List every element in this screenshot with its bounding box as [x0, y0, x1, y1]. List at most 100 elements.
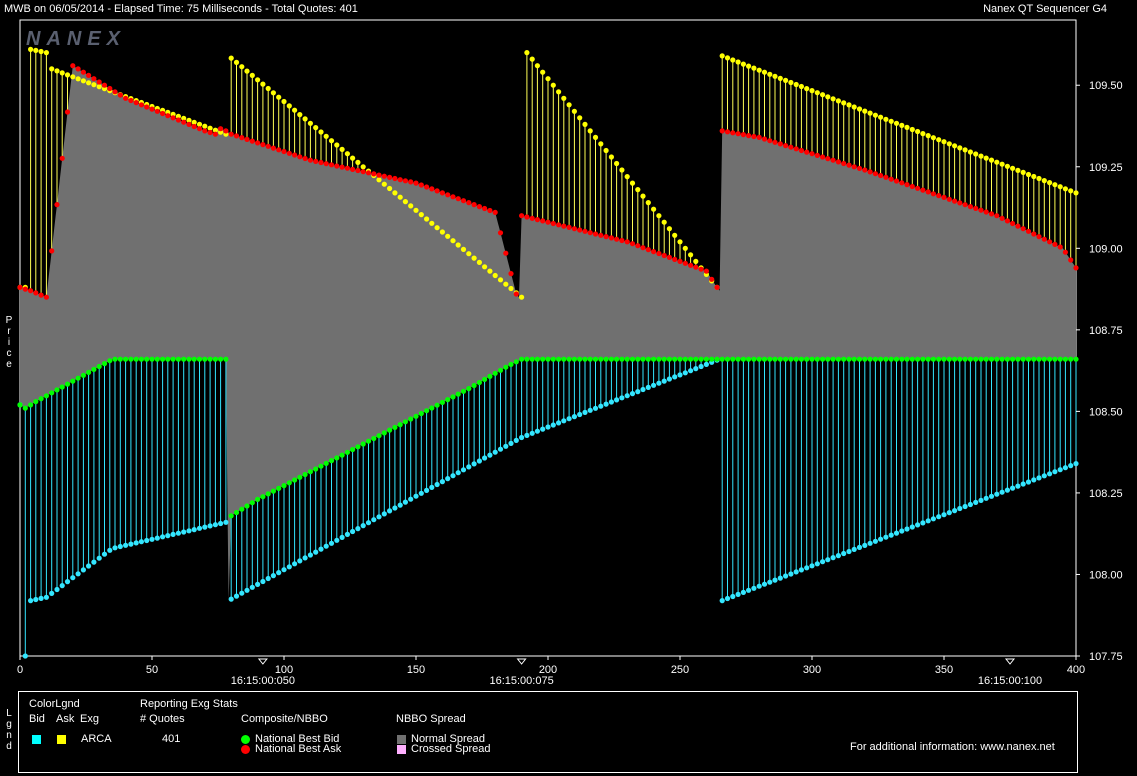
national-best-ask-point	[777, 141, 783, 147]
national-best-ask-point	[1062, 249, 1068, 255]
arca-ask-point	[381, 181, 387, 187]
national-best-ask-point	[497, 230, 504, 236]
national-best-bid-point	[207, 356, 213, 362]
national-best-bid-point	[920, 356, 926, 362]
arca-ask-point	[270, 90, 276, 96]
arca-ask-point	[862, 108, 868, 114]
arca-ask-point	[318, 129, 324, 135]
arca-bid-point	[740, 589, 747, 596]
arca-ask-point	[973, 151, 979, 157]
arca-ask-point	[302, 116, 308, 122]
national-best-ask-point	[730, 130, 736, 136]
arca-bid-point	[1057, 467, 1063, 473]
national-best-ask-point	[941, 194, 947, 200]
national-best-bid-point	[661, 356, 667, 362]
arca-ask-point	[556, 89, 562, 95]
national-best-bid-point	[603, 356, 609, 362]
national-best-bid-point	[434, 402, 440, 408]
national-best-bid-point	[175, 356, 181, 362]
arca-ask-point	[239, 64, 245, 70]
arca-ask-point	[651, 206, 657, 212]
price-axis-label: Price	[5, 315, 13, 370]
national-best-bid-point	[43, 393, 50, 399]
arca-bid-point	[1015, 483, 1021, 489]
national-best-ask-point	[344, 165, 350, 171]
national-best-bid-point	[334, 455, 340, 461]
national-best-bid-point	[1041, 356, 1047, 362]
arca-ask-point	[418, 212, 424, 218]
national-best-bid-point	[86, 369, 92, 375]
national-best-ask-point	[328, 162, 335, 168]
quotes-column-header: # Quotes	[140, 713, 185, 725]
arca-bid-point	[112, 545, 118, 551]
arca-ask-point	[846, 102, 852, 108]
normal-spread-swatch	[397, 735, 406, 744]
national-best-bid-point	[777, 356, 783, 362]
arca-ask-point	[915, 128, 921, 135]
arca-bid-point	[270, 573, 276, 579]
arca-ask-point	[629, 180, 636, 186]
national-best-bid-point	[508, 361, 514, 367]
arca-bid-point	[640, 386, 646, 393]
national-best-bid-point	[872, 356, 879, 362]
arca-ask-point	[534, 63, 541, 69]
national-best-ask-point	[70, 63, 76, 69]
national-best-ask-point	[413, 180, 419, 186]
national-best-bid-point	[703, 356, 710, 362]
national-best-bid-point	[154, 356, 160, 362]
national-best-bid-point	[804, 356, 810, 362]
arca-bid-point	[439, 479, 445, 485]
national-best-bid-point	[846, 356, 852, 362]
arca-ask-point	[1052, 182, 1058, 188]
arca-bid-point	[835, 553, 842, 559]
arca-ask-point	[1047, 180, 1053, 186]
arca-bid-point	[930, 516, 937, 522]
national-best-ask-point	[835, 159, 842, 165]
national-best-ask-point	[471, 202, 477, 208]
arca-bid-point	[688, 368, 694, 374]
arca-bid-point	[893, 530, 900, 536]
arca-bid-point	[772, 577, 778, 583]
national-best-ask-point	[587, 230, 593, 236]
national-best-ask-point	[809, 151, 815, 157]
national-best-ask-point	[946, 196, 952, 202]
arca-ask-point	[598, 141, 604, 147]
arca-ask-point	[640, 193, 646, 199]
arca-bid-point	[651, 382, 657, 388]
national-best-ask-point	[350, 166, 356, 172]
national-best-ask-point	[582, 228, 588, 234]
arca-ask-point	[297, 112, 303, 118]
arca-ask-point	[724, 55, 731, 61]
arca-ask-point	[909, 126, 915, 133]
national-best-ask-point	[682, 260, 688, 266]
national-best-ask-point	[798, 147, 805, 154]
arca-ask-point	[497, 277, 504, 283]
national-best-bid-point	[70, 378, 76, 384]
arca-bid-point	[170, 531, 176, 538]
national-best-bid-point	[899, 356, 905, 362]
national-best-bid-point	[598, 356, 604, 362]
arca-ask-point	[80, 78, 86, 84]
arca-bid-point	[545, 424, 551, 430]
arca-bid-point	[196, 525, 203, 531]
nanex-watermark: NANEX	[26, 28, 126, 50]
crossed-spread-label: Crossed Spread	[411, 743, 491, 755]
arca-ask-point	[804, 86, 810, 92]
arca-ask-point	[1004, 163, 1011, 169]
national-best-bid-point	[455, 391, 461, 397]
national-best-ask-point	[439, 190, 445, 196]
arca-ask-point	[455, 242, 461, 248]
arca-bid-point	[677, 372, 683, 378]
national-best-ask-point	[318, 159, 324, 166]
national-best-bid-point	[677, 356, 683, 362]
arca-ask-point	[614, 160, 620, 167]
national-best-bid-point	[561, 356, 567, 362]
national-best-bid-point	[286, 480, 292, 486]
national-best-ask-point	[909, 183, 915, 190]
national-best-ask-point	[656, 250, 662, 257]
national-best-ask-point	[577, 227, 583, 233]
national-best-bid-point	[614, 356, 620, 362]
arca-bid-point	[730, 593, 736, 600]
arca-ask-point	[561, 95, 567, 101]
arca-bid-point	[297, 558, 303, 564]
